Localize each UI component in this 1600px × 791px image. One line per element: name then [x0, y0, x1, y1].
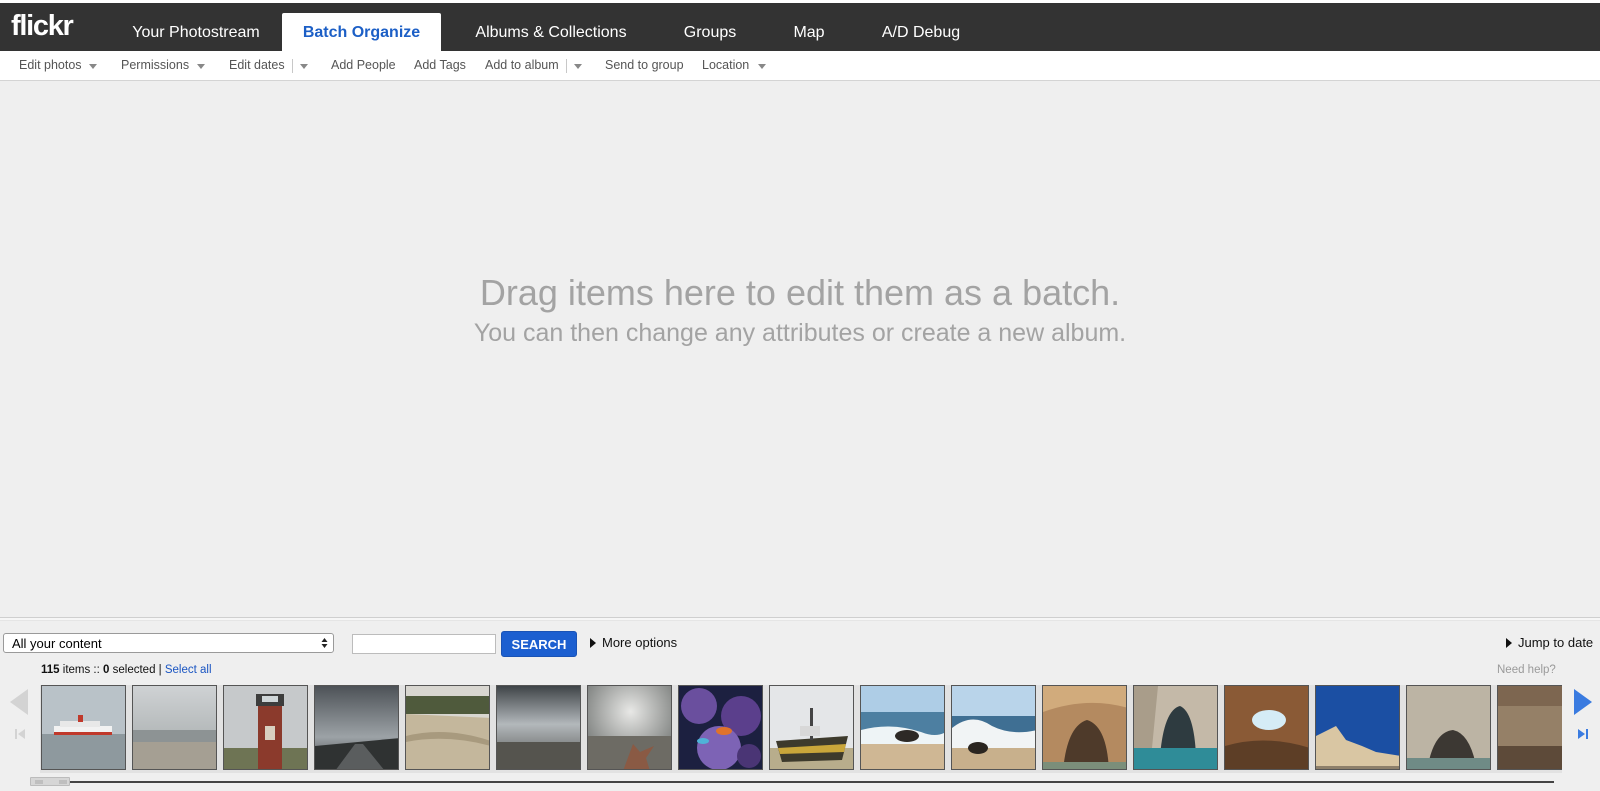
photo-thumbnail[interactable] [1133, 685, 1218, 770]
tab-batch-organize[interactable]: Batch Organize [282, 13, 441, 51]
photo-thumbnail[interactable] [1224, 685, 1309, 770]
photo-thumbnail[interactable] [314, 685, 399, 770]
photo-thumbnail[interactable] [860, 685, 945, 770]
edit-photos-menu[interactable]: Edit photos [19, 51, 82, 80]
skip-to-first-icon[interactable] [14, 727, 26, 741]
location-caret-icon[interactable] [758, 64, 766, 69]
location-menu[interactable]: Location [702, 51, 749, 80]
jump-to-date-toggle[interactable]: Jump to date [1506, 635, 1593, 651]
photo-thumbnail[interactable] [587, 685, 672, 770]
tab-map[interactable]: Map [774, 13, 844, 51]
add-to-album-button[interactable]: Add to album [485, 51, 559, 80]
photo-thumbnail[interactable] [496, 685, 581, 770]
photo-thumbnail[interactable] [132, 685, 217, 770]
add-people-button[interactable]: Add People [331, 51, 396, 80]
content-filter-select[interactable]: All your content [3, 633, 334, 653]
content-filter-value: All your content [12, 636, 102, 651]
item-count: 115 [41, 664, 60, 676]
filmstrip-scrollbar[interactable] [30, 777, 1554, 786]
photo-thumbnail[interactable] [1497, 685, 1562, 770]
selected-count: 0 [103, 664, 110, 676]
permissions-caret-icon[interactable] [197, 64, 205, 69]
search-button[interactable]: SEARCH [501, 631, 577, 657]
toolbar-divider [566, 59, 567, 73]
select-arrows-icon [321, 638, 328, 648]
tab-albums-collections[interactable]: Albums & Collections [458, 13, 644, 51]
drop-zone-subtitle: You can then change any attributes or cr… [473, 319, 1127, 347]
photo-thumbnail[interactable] [223, 685, 308, 770]
add-tags-button[interactable]: Add Tags [414, 51, 466, 80]
photo-thumbnail[interactable] [41, 685, 126, 770]
toolbar-divider [292, 59, 293, 73]
flickr-logo[interactable]: flickr [11, 12, 74, 41]
edit-dates-caret-icon[interactable] [300, 64, 308, 69]
edit-photos-caret-icon[interactable] [89, 64, 97, 69]
photo-thumbnail[interactable] [1042, 685, 1127, 770]
batch-drop-zone[interactable]: Drag items here to edit them as a batch.… [0, 81, 1600, 617]
items-label: items :: [62, 664, 100, 676]
batch-toolbar: Edit photos Permissions Edit dates Add P… [0, 51, 1600, 81]
grip-icon [59, 780, 67, 784]
select-all-link[interactable]: Select all [165, 664, 212, 676]
scrollbar-track[interactable] [70, 781, 1554, 783]
more-options-label: More options [602, 635, 678, 650]
selection-status: 115 items :: 0 selected | Select all [41, 663, 212, 677]
tab-groups[interactable]: Groups [664, 13, 756, 51]
photo-thumbnail[interactable] [678, 685, 763, 770]
photo-thumbnail[interactable] [1315, 685, 1400, 770]
photo-thumbnail[interactable] [1406, 685, 1491, 770]
photo-thumbnail[interactable] [405, 685, 490, 770]
tab-ad-debug[interactable]: A/D Debug [866, 13, 976, 51]
jump-to-date-label: Jump to date [1518, 635, 1594, 650]
tab-your-photostream[interactable]: Your Photostream [114, 13, 278, 51]
add-to-album-caret-icon[interactable] [574, 64, 582, 69]
grip-icon [35, 780, 43, 784]
need-help-link[interactable]: Need help? [1497, 663, 1556, 677]
search-input[interactable] [352, 634, 496, 654]
batch-organize-page: flickr Your Photostream Batch Organize A… [0, 0, 1600, 791]
drop-zone-title: Drag items here to edit them as a batch. [479, 272, 1121, 313]
expand-triangle-icon [1506, 638, 1512, 648]
next-page-arrow-icon[interactable] [1574, 689, 1592, 715]
permissions-menu[interactable]: Permissions [121, 51, 189, 80]
filmstrip-panel: All your content SEARCH More options Jum… [0, 621, 1600, 791]
more-options-toggle[interactable]: More options [590, 635, 677, 651]
top-nav-bar: flickr Your Photostream Batch Organize A… [0, 3, 1600, 51]
photo-thumbnail[interactable] [769, 685, 854, 770]
send-to-group-button[interactable]: Send to group [605, 51, 684, 80]
photo-filmstrip [40, 685, 1562, 773]
previous-page-arrow-icon[interactable] [10, 689, 28, 715]
scrollbar-thumb[interactable] [30, 777, 70, 786]
expand-triangle-icon [590, 638, 596, 648]
photo-thumbnail[interactable] [951, 685, 1036, 770]
edit-dates-button[interactable]: Edit dates [229, 51, 285, 80]
selected-label: selected | [112, 664, 162, 676]
skip-to-last-icon[interactable] [1577, 727, 1589, 741]
